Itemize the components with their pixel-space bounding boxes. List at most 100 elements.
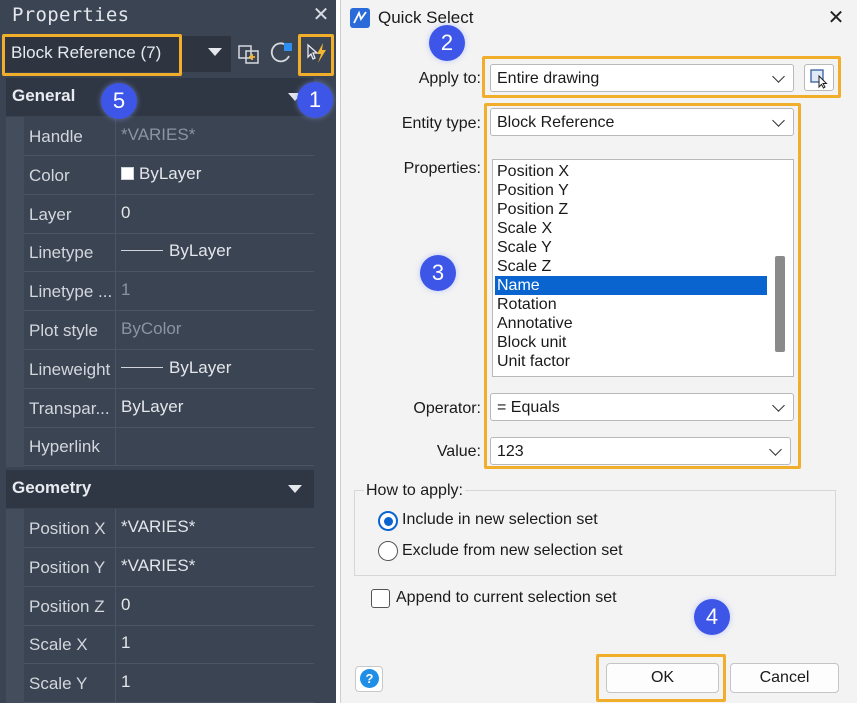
property-value[interactable]: *VARIES* <box>121 556 195 576</box>
property-value-text: ByColor <box>121 319 182 338</box>
property-name: Lineweight <box>24 349 116 388</box>
dropdown-arrow-icon <box>208 48 222 56</box>
properties-panel: Properties ✕ Block Reference (7) General… <box>0 0 336 703</box>
property-value-text: ByLayer <box>169 357 232 377</box>
property-name: Position Y <box>24 547 116 586</box>
property-row[interactable]: Layer 0 <box>24 194 314 234</box>
color-swatch <box>121 166 134 180</box>
append-checkbox[interactable] <box>371 589 390 608</box>
property-row[interactable]: Position Z0 <box>24 586 314 626</box>
append-label[interactable]: Append to current selection set <box>396 589 617 607</box>
property-value-text: 1 <box>121 672 131 692</box>
help-icon: ? <box>360 669 379 688</box>
property-row[interactable]: Linetype ... 1 <box>24 272 314 312</box>
property-value-text: ByLayer <box>139 163 202 183</box>
property-value-text: ByLayer <box>121 396 184 416</box>
operator-label: Operator: <box>413 400 481 417</box>
step-badge-2: 2 <box>429 25 465 61</box>
collapse-triangle-icon <box>288 485 302 493</box>
properties-label: Properties: <box>403 160 481 177</box>
property-row[interactable]: Transpar... ByLayer <box>24 388 314 428</box>
property-value-text: 1 <box>121 633 131 653</box>
highlight-apply-to <box>482 56 841 98</box>
property-row[interactable]: Position X *VARIES* <box>24 509 314 548</box>
select-objects-icon[interactable] <box>268 40 294 66</box>
properties-title: Properties <box>12 4 130 26</box>
property-row[interactable]: Position Y *VARIES* <box>24 547 314 587</box>
property-row[interactable]: Hyperlink <box>24 427 314 467</box>
dialog-title: Quick Select <box>378 8 474 27</box>
row-gutter <box>6 117 24 467</box>
linetype-preview <box>121 366 163 368</box>
step-badge-3: 3 <box>420 255 456 291</box>
property-row[interactable]: Scale Y1 <box>24 664 314 703</box>
entity-type-label: Entity type: <box>401 115 481 132</box>
property-value-text: *VARIES* <box>121 555 196 575</box>
property-name: Handle <box>24 117 116 155</box>
exclude-label[interactable]: Exclude from new selection set <box>402 542 623 560</box>
property-value-text: ByLayer <box>169 241 232 261</box>
property-name: Position X <box>24 509 116 547</box>
property-name: Linetype ... <box>24 272 116 311</box>
row-gutter <box>6 509 24 703</box>
step-badge-1: 1 <box>297 82 333 118</box>
exclude-radio[interactable] <box>378 541 398 561</box>
property-name: Position Z <box>24 586 116 625</box>
property-name: Hyperlink <box>24 427 116 466</box>
help-button[interactable]: ? <box>355 666 383 692</box>
close-icon[interactable]: ✕ <box>823 6 849 30</box>
property-value[interactable]: 0 <box>121 595 130 615</box>
close-icon[interactable]: ✕ <box>308 2 334 26</box>
property-name: Scale Y <box>24 664 116 703</box>
property-row[interactable]: Color ByLayer <box>24 155 314 195</box>
highlight-quick-select <box>298 34 334 76</box>
property-row[interactable]: Handle *VARIES* <box>24 117 314 156</box>
property-value[interactable]: 1 <box>121 672 130 692</box>
how-to-apply-group: How to apply: <box>354 482 836 576</box>
property-value-text: 1 <box>121 280 131 300</box>
section-general-label: General <box>12 86 76 105</box>
property-value[interactable]: ByLayer <box>121 164 201 184</box>
property-value[interactable]: ByLayer <box>121 358 231 378</box>
property-value-text: 0 <box>121 594 131 614</box>
how-to-apply-label: How to apply: <box>364 482 465 500</box>
property-value[interactable]: 1 <box>121 633 130 653</box>
property-name: Transpar... <box>24 388 116 427</box>
property-name: Layer <box>24 194 116 233</box>
apply-to-label: Apply to: <box>418 70 481 87</box>
section-geometry-label: Geometry <box>12 478 92 497</box>
property-row[interactable]: Lineweight ByLayer <box>24 349 314 389</box>
property-value-text: *VARIES* <box>121 125 196 144</box>
step-badge-4: 4 <box>694 599 730 635</box>
quick-select-app-icon <box>350 8 370 28</box>
property-value[interactable]: ByLayer <box>121 397 183 417</box>
property-value-text: *VARIES* <box>121 517 196 536</box>
highlight-ok <box>596 654 726 702</box>
linetype-preview <box>121 250 163 252</box>
include-label[interactable]: Include in new selection set <box>402 511 598 529</box>
property-value[interactable]: ByLayer <box>121 241 231 261</box>
property-value[interactable]: 1 <box>121 280 130 300</box>
value-label: Value: <box>436 443 481 460</box>
property-row[interactable]: Scale X1 <box>24 625 314 665</box>
highlight-filter-fields <box>484 103 801 469</box>
property-name: Color <box>24 155 116 194</box>
highlight-selection-dropdown <box>2 34 182 76</box>
property-name: Scale X <box>24 625 116 664</box>
section-general[interactable]: General <box>6 78 314 116</box>
section-geometry[interactable]: Geometry <box>6 470 314 508</box>
property-row[interactable]: Linetype ByLayer <box>24 233 314 273</box>
property-name: Linetype <box>24 233 116 272</box>
property-value[interactable]: *VARIES* <box>121 517 195 537</box>
cancel-button[interactable]: Cancel <box>730 663 839 693</box>
include-radio[interactable] <box>378 511 398 531</box>
step-badge-5: 5 <box>101 83 137 119</box>
property-value[interactable]: 0 <box>121 203 130 223</box>
property-row[interactable]: Plot style ByColor <box>24 311 314 350</box>
add-to-selection-icon[interactable] <box>236 40 262 66</box>
property-value[interactable]: *VARIES* <box>121 125 195 145</box>
property-name: Plot style <box>24 311 116 349</box>
property-value-text: 0 <box>121 202 131 222</box>
property-value[interactable]: ByColor <box>121 319 181 339</box>
quick-select-dialog: Quick Select ✕ Apply to: Entire drawing … <box>340 0 857 703</box>
